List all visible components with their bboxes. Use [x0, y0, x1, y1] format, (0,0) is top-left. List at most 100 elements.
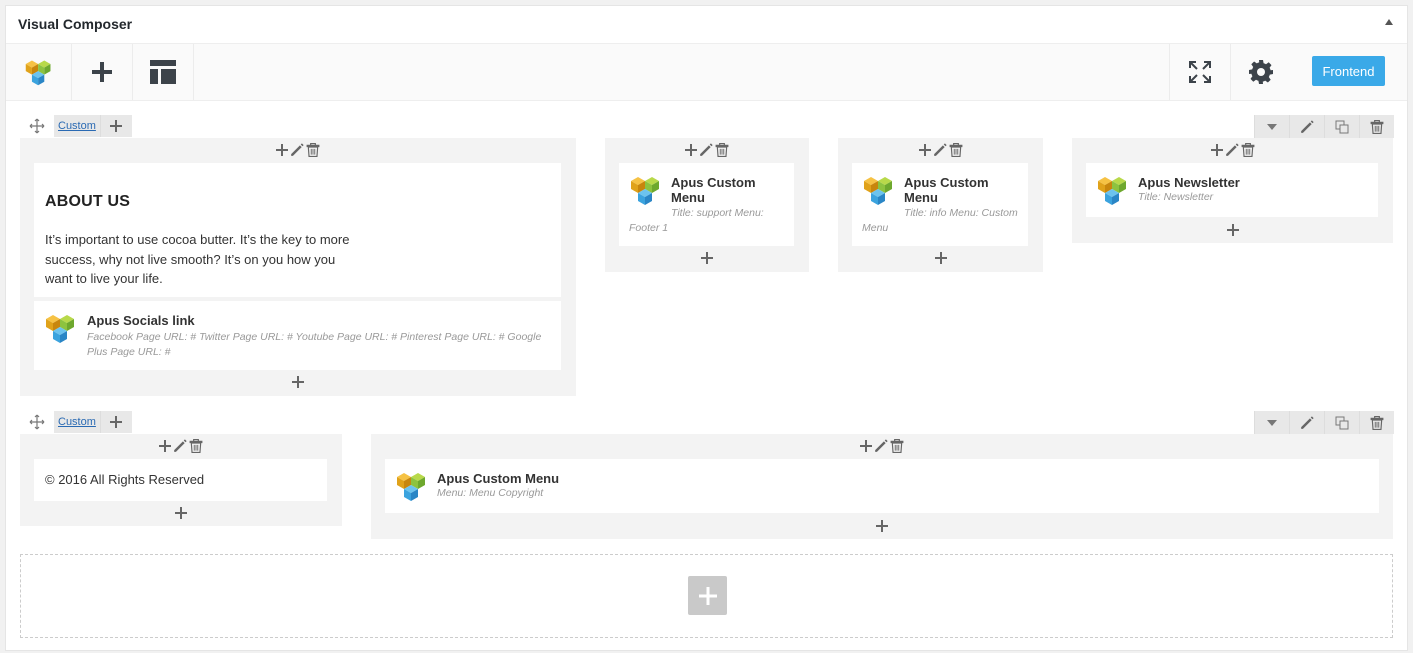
pencil-icon[interactable]	[290, 143, 304, 157]
add-row-area	[20, 554, 1393, 638]
row-delete-button[interactable]	[1359, 411, 1394, 434]
plus-icon[interactable]	[1211, 144, 1223, 156]
column-3: Apus Custom Menu Title: info Menu: Custo…	[838, 138, 1043, 272]
column-controls	[838, 142, 1043, 158]
plus-icon	[935, 252, 947, 264]
column-4: Apus Newsletter Title: Newsletter	[1072, 138, 1393, 243]
plus-icon	[698, 586, 717, 605]
vc-logo-icon	[6, 44, 72, 100]
plus-icon	[110, 416, 122, 428]
panel-title: Visual Composer	[18, 16, 133, 32]
element-title: Apus Custom Menu	[904, 175, 989, 205]
caret-down-icon	[1267, 419, 1277, 426]
add-element-column-2[interactable]	[605, 250, 809, 266]
fullscreen-button[interactable]	[1169, 44, 1230, 100]
vc-element-icon	[44, 311, 78, 345]
trash-icon[interactable]	[715, 143, 729, 157]
text-block-element[interactable]: © 2016 All Rights Reserved	[34, 459, 327, 501]
add-column-button[interactable]	[99, 411, 132, 433]
pencil-icon[interactable]	[699, 143, 713, 157]
element-title: Apus Newsletter	[1138, 175, 1240, 190]
trash-icon[interactable]	[949, 143, 963, 157]
element-params: Facebook Page URL: # Twitter Page URL: #…	[87, 331, 542, 358]
add-element-button[interactable]	[72, 44, 133, 100]
frontend-button[interactable]: Frontend	[1312, 56, 1385, 86]
panel-header: Visual Composer	[6, 6, 1407, 44]
add-column-button[interactable]	[99, 115, 132, 137]
element-params: Title: support Menu: Footer 1	[629, 207, 764, 234]
plus-icon[interactable]	[159, 440, 171, 452]
plus-icon	[876, 520, 888, 532]
element-title: Apus Custom Menu	[671, 175, 756, 205]
element-apus-socials-link[interactable]: Apus Socials link Facebook Page URL: # T…	[34, 301, 561, 370]
plus-icon	[1227, 224, 1239, 236]
trash-icon[interactable]	[189, 439, 203, 453]
row-2-column-2: Apus Custom Menu Menu: Menu Copyright	[371, 434, 1393, 539]
gear-icon	[1249, 60, 1273, 84]
about-text: It’s important to use cocoa butter. It’s…	[45, 232, 350, 286]
row-delete-button[interactable]	[1359, 115, 1394, 138]
add-element-row-2-column-1[interactable]	[20, 505, 342, 521]
row-clone-button[interactable]	[1324, 411, 1359, 434]
row-edit-button[interactable]	[1289, 115, 1324, 138]
row-layout-tab[interactable]: Custom	[54, 115, 100, 137]
column-controls	[20, 142, 576, 158]
column-1: ABOUT US It’s important to use cocoa but…	[20, 138, 576, 396]
pencil-icon[interactable]	[933, 143, 947, 157]
element-apus-custom-menu[interactable]: Apus Custom Menu Menu: Menu Copyright	[385, 459, 1379, 513]
add-element-column-3[interactable]	[838, 250, 1043, 266]
plus-icon[interactable]	[276, 144, 288, 156]
element-params: Menu: Menu Copyright	[437, 487, 544, 499]
move-row-icon[interactable]	[20, 411, 54, 433]
row-2-controls: Custom	[20, 411, 132, 433]
fullscreen-icon	[1189, 61, 1211, 83]
add-element-row-2-column-2[interactable]	[371, 518, 1393, 534]
element-apus-custom-menu[interactable]: Apus Custom Menu Title: info Menu: Custo…	[852, 163, 1028, 246]
add-element-column-1[interactable]	[20, 374, 576, 390]
pencil-icon[interactable]	[173, 439, 187, 453]
copyright-text: © 2016 All Rights Reserved	[45, 472, 205, 487]
trash-icon[interactable]	[890, 439, 904, 453]
plus-icon	[701, 252, 713, 264]
vc-element-icon	[395, 469, 429, 503]
plus-icon	[110, 120, 122, 132]
pencil-icon[interactable]	[1225, 143, 1239, 157]
move-row-icon[interactable]	[20, 115, 54, 137]
row-1-controls: Custom	[20, 115, 132, 137]
collapse-arrow-icon[interactable]	[1385, 19, 1393, 25]
text-block-element[interactable]: ABOUT US It’s important to use cocoa but…	[34, 163, 561, 297]
row-toggle-button[interactable]	[1254, 411, 1289, 434]
column-controls	[605, 142, 809, 158]
element-title: Apus Custom Menu	[437, 471, 560, 486]
add-row-button[interactable]	[688, 576, 727, 615]
element-title: Apus Socials link	[87, 313, 195, 328]
trash-icon[interactable]	[306, 143, 320, 157]
settings-button[interactable]	[1230, 44, 1291, 100]
clone-icon	[1335, 120, 1349, 133]
column-2: Apus Custom Menu Title: support Menu: Fo…	[605, 138, 809, 272]
column-controls	[371, 438, 1393, 454]
element-params: Title: Newsletter	[1138, 191, 1214, 203]
trash-icon[interactable]	[1241, 143, 1255, 157]
row-clone-button[interactable]	[1324, 115, 1359, 138]
caret-down-icon	[1267, 123, 1277, 130]
row-2-column-1: © 2016 All Rights Reserved	[20, 434, 342, 526]
toolbar: Frontend	[6, 44, 1407, 101]
plus-icon[interactable]	[685, 144, 697, 156]
column-controls	[1072, 142, 1393, 158]
element-params: Title: info Menu: Custom Menu	[862, 207, 1018, 234]
row-toggle-button[interactable]	[1254, 115, 1289, 138]
vc-element-icon	[1096, 173, 1130, 207]
row-layout-tab[interactable]: Custom	[54, 411, 100, 433]
pencil-icon[interactable]	[874, 439, 888, 453]
plus-icon[interactable]	[860, 440, 872, 452]
vc-element-icon	[862, 173, 896, 207]
add-element-column-4[interactable]	[1072, 222, 1393, 238]
element-apus-newsletter[interactable]: Apus Newsletter Title: Newsletter	[1086, 163, 1378, 217]
trash-icon	[1370, 120, 1384, 134]
pencil-icon	[1300, 120, 1314, 134]
plus-icon[interactable]	[919, 144, 931, 156]
element-apus-custom-menu[interactable]: Apus Custom Menu Title: support Menu: Fo…	[619, 163, 794, 246]
row-edit-button[interactable]	[1289, 411, 1324, 434]
templates-button[interactable]	[133, 44, 194, 100]
